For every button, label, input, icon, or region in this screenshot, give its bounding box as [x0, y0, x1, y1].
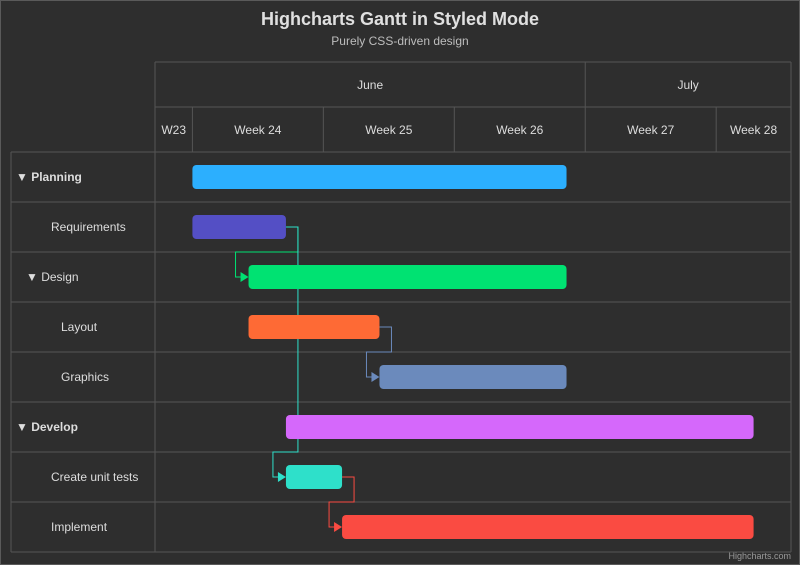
task-label-develop[interactable]: ▼ Develop — [16, 420, 78, 434]
task-label-graphics: Graphics — [61, 370, 109, 384]
week-label: Week 28 — [730, 123, 777, 137]
task-bar-layout[interactable] — [248, 315, 380, 339]
dependency-arrow-icon — [240, 272, 249, 282]
task-bar-planning[interactable] — [192, 165, 567, 189]
month-label-july: July — [677, 78, 698, 92]
task-bar-implement[interactable] — [342, 515, 754, 539]
gantt-chart: Highcharts Gantt in Styled Mode Purely C… — [0, 0, 800, 565]
task-bar-requirements[interactable] — [192, 215, 286, 239]
task-label-layout: Layout — [61, 320, 98, 334]
dependency-arrow-icon — [334, 522, 343, 532]
week-label: W23 — [161, 123, 186, 137]
task-label-implement: Implement — [51, 520, 108, 534]
task-bar-design[interactable] — [248, 265, 567, 289]
dependency-arrow-icon — [371, 372, 380, 382]
task-label-design[interactable]: ▼ Design — [26, 270, 79, 284]
task-label-unit: Create unit tests — [51, 470, 138, 484]
week-label: Week 26 — [496, 123, 543, 137]
gantt-plot: June July W23 Week 24 Week 25 Week 26 Week 27 W… — [10, 61, 792, 553]
task-bar-graphics[interactable] — [379, 365, 567, 389]
task-bar-develop[interactable] — [285, 415, 754, 439]
task-label-planning[interactable]: ▼ Planning — [16, 170, 82, 184]
credits-link[interactable]: Highcharts.com — [728, 551, 791, 561]
month-label-june: June — [357, 78, 383, 92]
task-bar-unit[interactable] — [285, 465, 343, 489]
week-label: Week 27 — [627, 123, 674, 137]
week-label: Week 24 — [234, 123, 281, 137]
week-label: Week 25 — [365, 123, 412, 137]
task-label-requirements: Requirements — [51, 220, 126, 234]
dependency-arrow-icon — [277, 472, 286, 482]
